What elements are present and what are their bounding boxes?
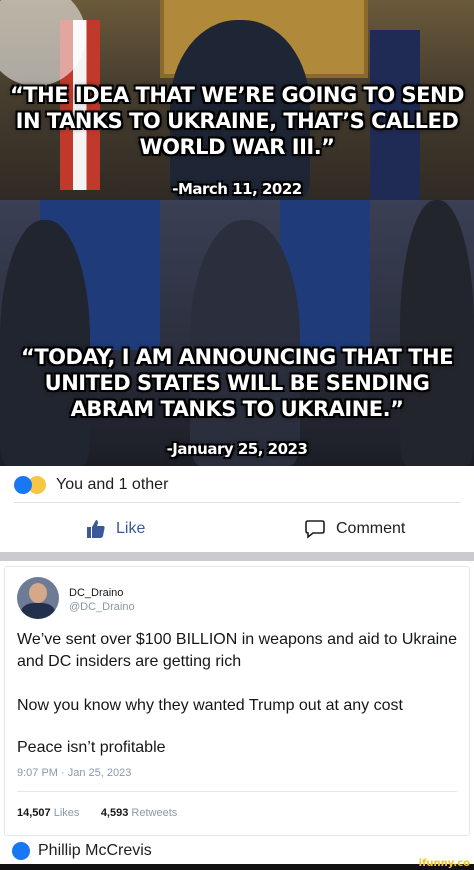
poster-row[interactable]: Phillip McCrevis [12,840,152,862]
retweets-count[interactable]: 4,593 [101,807,129,819]
comment-button[interactable]: Comment [304,507,405,551]
meme-quote-2: “TODAY, I AM ANNOUNCING THAT THE UNITED … [21,345,453,421]
tweet-handle[interactable]: @DC_Draino [69,601,135,613]
watermark-text: ifunny.co [418,858,470,869]
comment-bubble-icon [305,520,325,539]
tweet-divider [17,791,457,792]
tweet-paragraph-1: We’ve sent over $100 BILLION in weapons … [17,631,457,670]
thumbs-up-icon [87,520,105,538]
meme-image: “THE IDEA THAT WE’RE GOING TO SEND IN TA… [0,0,474,466]
comment-label: Comment [336,520,406,537]
likes-count[interactable]: 14,507 [17,807,51,819]
like-label: Like [116,520,146,537]
tweet-card: DC_Draino @DC_Draino We’ve sent over $10… [4,566,470,836]
like-button[interactable]: Like [86,507,145,551]
likes-label: Likes [53,807,80,819]
avatar-head [29,583,47,603]
avatar[interactable] [17,577,59,619]
avatar-suit [21,603,55,619]
retweets-label: Retweets [131,807,178,819]
reactions-summary[interactable]: You and 1 other [14,472,168,498]
footer-bar [0,864,474,870]
tweet-paragraph-2: Now you know why they wanted Trump out a… [17,697,403,714]
meme-date-2: -January 25, 2023 [166,440,308,458]
right-figure [400,200,474,466]
tweet-paragraph-3: Peace isn’t profitable [17,739,166,756]
like-reaction-icon [12,842,30,860]
section-separator [0,552,474,561]
reactions-text: You and 1 other [56,476,169,493]
center-figure [190,220,300,466]
left-figure [0,220,90,466]
tweet-timestamp[interactable]: 9:07 PM · Jan 25, 2023 [17,767,131,779]
poster-name[interactable]: Phillip McCrevis [38,842,152,860]
meme-date-1: -March 11, 2022 [172,180,302,198]
meme-quote-1: “THE IDEA THAT WE’RE GOING TO SEND IN TA… [10,83,464,159]
tweet-display-name[interactable]: DC_Draino [69,587,123,599]
divider [14,502,460,503]
post-actions: Like Comment [0,507,474,551]
like-reaction-icon [14,476,32,494]
tweet-stats: 14,507 Likes 4,593 Retweets [17,807,177,819]
meme-bottom-panel [0,200,474,466]
